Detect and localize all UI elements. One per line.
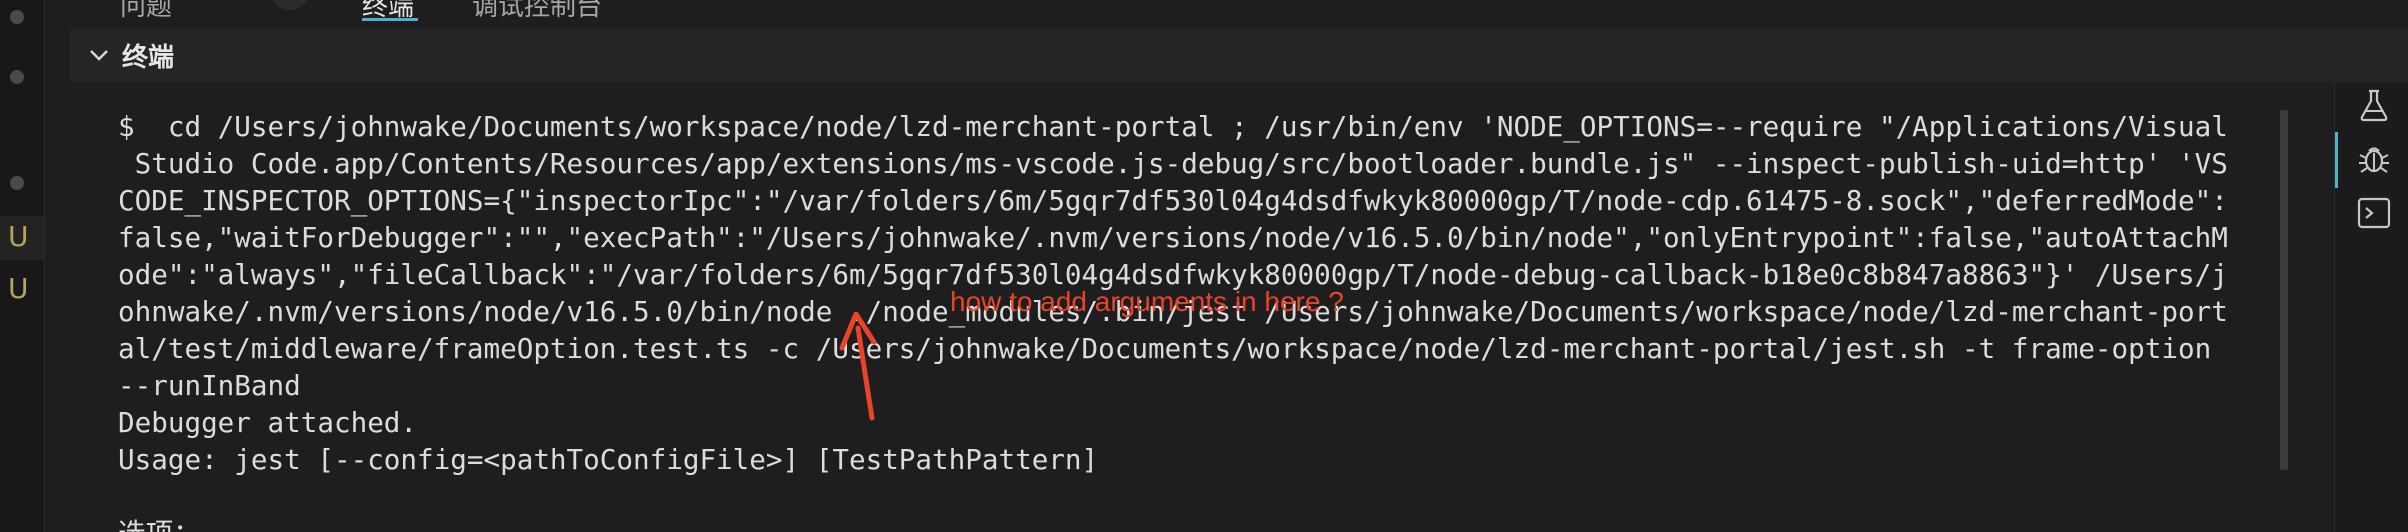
terminal-output[interactable]: $ cd /Users/johnwake/Documents/workspace… xyxy=(118,108,2278,532)
panel-title: 终端 xyxy=(122,41,175,72)
terminal-line: --runInBand xyxy=(118,369,301,402)
terminal-line: $ cd /Users/johnwake/Documents/workspace… xyxy=(118,110,2228,143)
terminal-icon[interactable] xyxy=(2355,194,2393,232)
terminal-line: Studio Code.app/Contents/Resources/app/e… xyxy=(118,147,2228,180)
terminal-section-header[interactable]: 终端 xyxy=(70,28,2408,82)
terminal-line: Usage: jest [--config=<pathToConfigFile>… xyxy=(118,443,1099,476)
active-toolbar-indicator xyxy=(2335,132,2338,188)
chevron-down-icon[interactable] xyxy=(84,40,114,70)
git-untracked-marker: U xyxy=(8,272,29,305)
terminal-line: 选项： xyxy=(118,515,2278,532)
tab-debug-console[interactable]: 调试控制台 xyxy=(472,0,602,23)
terminal-scrollbar[interactable] xyxy=(2280,110,2288,470)
git-untracked-marker: U xyxy=(8,220,29,253)
terminal-line: al/test/middleware/frameOption.test.ts -… xyxy=(118,332,2212,365)
vscode-window: U U 问题 终端 调试控制台 终端 $ cd /Users/johnwake/… xyxy=(0,0,2408,532)
editor-gutter: U U xyxy=(0,0,45,532)
problems-count-badge xyxy=(270,0,310,10)
tab-problems[interactable]: 问题 xyxy=(120,0,172,23)
beaker-icon[interactable] xyxy=(2355,86,2393,124)
gutter-dot-icon xyxy=(10,70,24,84)
terminal-line: CODE_INSPECTOR_OPTIONS={"inspectorIpc":"… xyxy=(118,184,2228,217)
active-tab-indicator xyxy=(362,18,418,21)
terminal-side-toolbar xyxy=(2334,82,2408,532)
terminal-line: Debugger attached. xyxy=(118,406,418,439)
panel-tabs: 问题 终端 调试控制台 xyxy=(70,0,2320,24)
terminal-line: false,"waitForDebugger":"","execPath":"/… xyxy=(118,221,2228,254)
bug-icon[interactable] xyxy=(2355,140,2393,178)
gutter-dot-icon xyxy=(10,10,24,24)
annotation-text: how to add arguments in here ? xyxy=(950,286,1344,317)
annotation-arrow-icon xyxy=(839,311,877,421)
gutter-dot-icon xyxy=(10,176,24,190)
